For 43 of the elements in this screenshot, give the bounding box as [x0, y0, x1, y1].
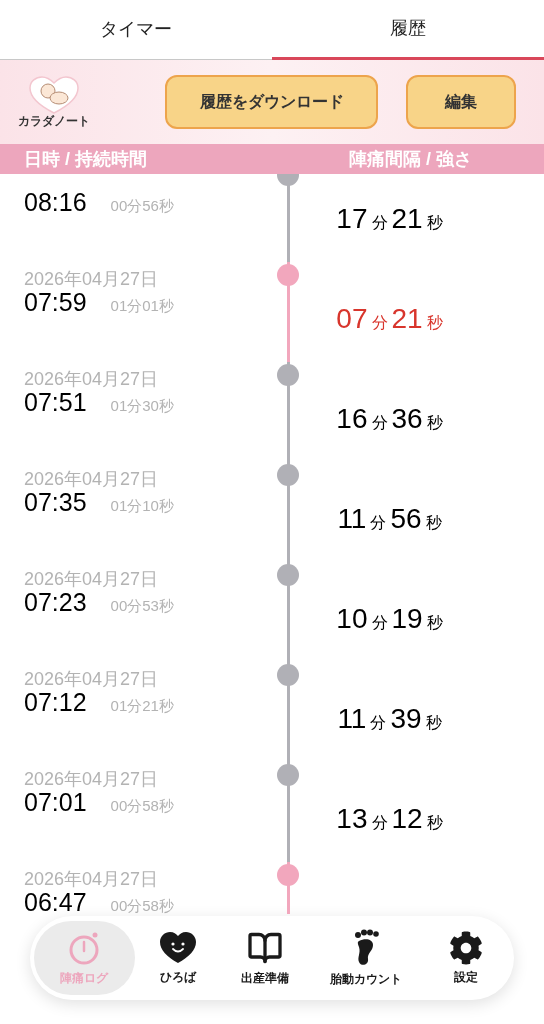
- contraction-interval: 17 分 21 秒: [336, 202, 444, 236]
- entry-time: 07:59: [24, 290, 87, 315]
- entry-duration: 00分56秒: [110, 196, 174, 216]
- entry-duration: 01分01秒: [110, 296, 174, 316]
- entry-date: 2026年04月27日: [24, 270, 159, 288]
- column-header: 陣痛間隔 / 強さ: [348, 147, 473, 171]
- entry-duration: 01分30秒: [110, 396, 174, 416]
- logo-text: カラダノート: [18, 113, 90, 129]
- settings-icon: [449, 930, 484, 965]
- entry-date: 2026年04月27日: [24, 770, 159, 788]
- entry-time: 07:12: [24, 690, 87, 715]
- entry-time: 07:51: [24, 390, 87, 415]
- contraction-interval: 11 分 56 秒: [337, 502, 443, 536]
- nav-tab[interactable]: 設定: [422, 921, 510, 995]
- entry-time: 07:01: [24, 790, 87, 815]
- entry-duration: 00分58秒: [110, 896, 174, 914]
- entry-date: 2026年04月27日: [24, 370, 159, 388]
- entry-time: 06:47: [24, 890, 87, 914]
- entry-date: 2026年04月27日: [24, 670, 159, 688]
- download-button[interactable]: 履歴をダウンロード: [165, 75, 378, 129]
- smiling-heart-icon: [159, 930, 198, 965]
- footprint-icon: [352, 928, 379, 967]
- nav-tab[interactable]: 出産準備: [221, 921, 309, 995]
- entry-time: 07:23: [24, 590, 87, 615]
- entry-duration: 01分21秒: [110, 696, 174, 716]
- nav-tab[interactable]: 胎動カウント: [308, 921, 423, 995]
- edit-button[interactable]: 編集: [406, 75, 516, 129]
- entry-time: 07:35: [24, 490, 87, 515]
- entry-date: 2026年04月27日: [24, 570, 159, 588]
- entry-date: 2026年04月27日: [24, 870, 159, 888]
- contraction-interval: 16 分 36 秒: [336, 402, 444, 436]
- entry-time: 08:16: [24, 190, 87, 215]
- entry-duration: 01分10秒: [110, 496, 174, 516]
- column-header: 日時 / 持続時間: [23, 147, 148, 171]
- nav-tab[interactable]: ひろば: [134, 921, 222, 995]
- contraction-interval: 11 分 39 秒: [337, 702, 443, 736]
- contraction-interval: 13 分 12 秒: [336, 802, 444, 836]
- contraction-interval: 10 分 19 秒: [336, 602, 444, 636]
- entry-date: 2026年04月27日: [24, 470, 159, 488]
- baby-heart-logo: [28, 75, 80, 114]
- entry-duration: 00分53秒: [110, 596, 174, 616]
- entry-duration: 00分58秒: [110, 796, 174, 816]
- contraction-interval: 07 分 21 秒: [336, 302, 444, 336]
